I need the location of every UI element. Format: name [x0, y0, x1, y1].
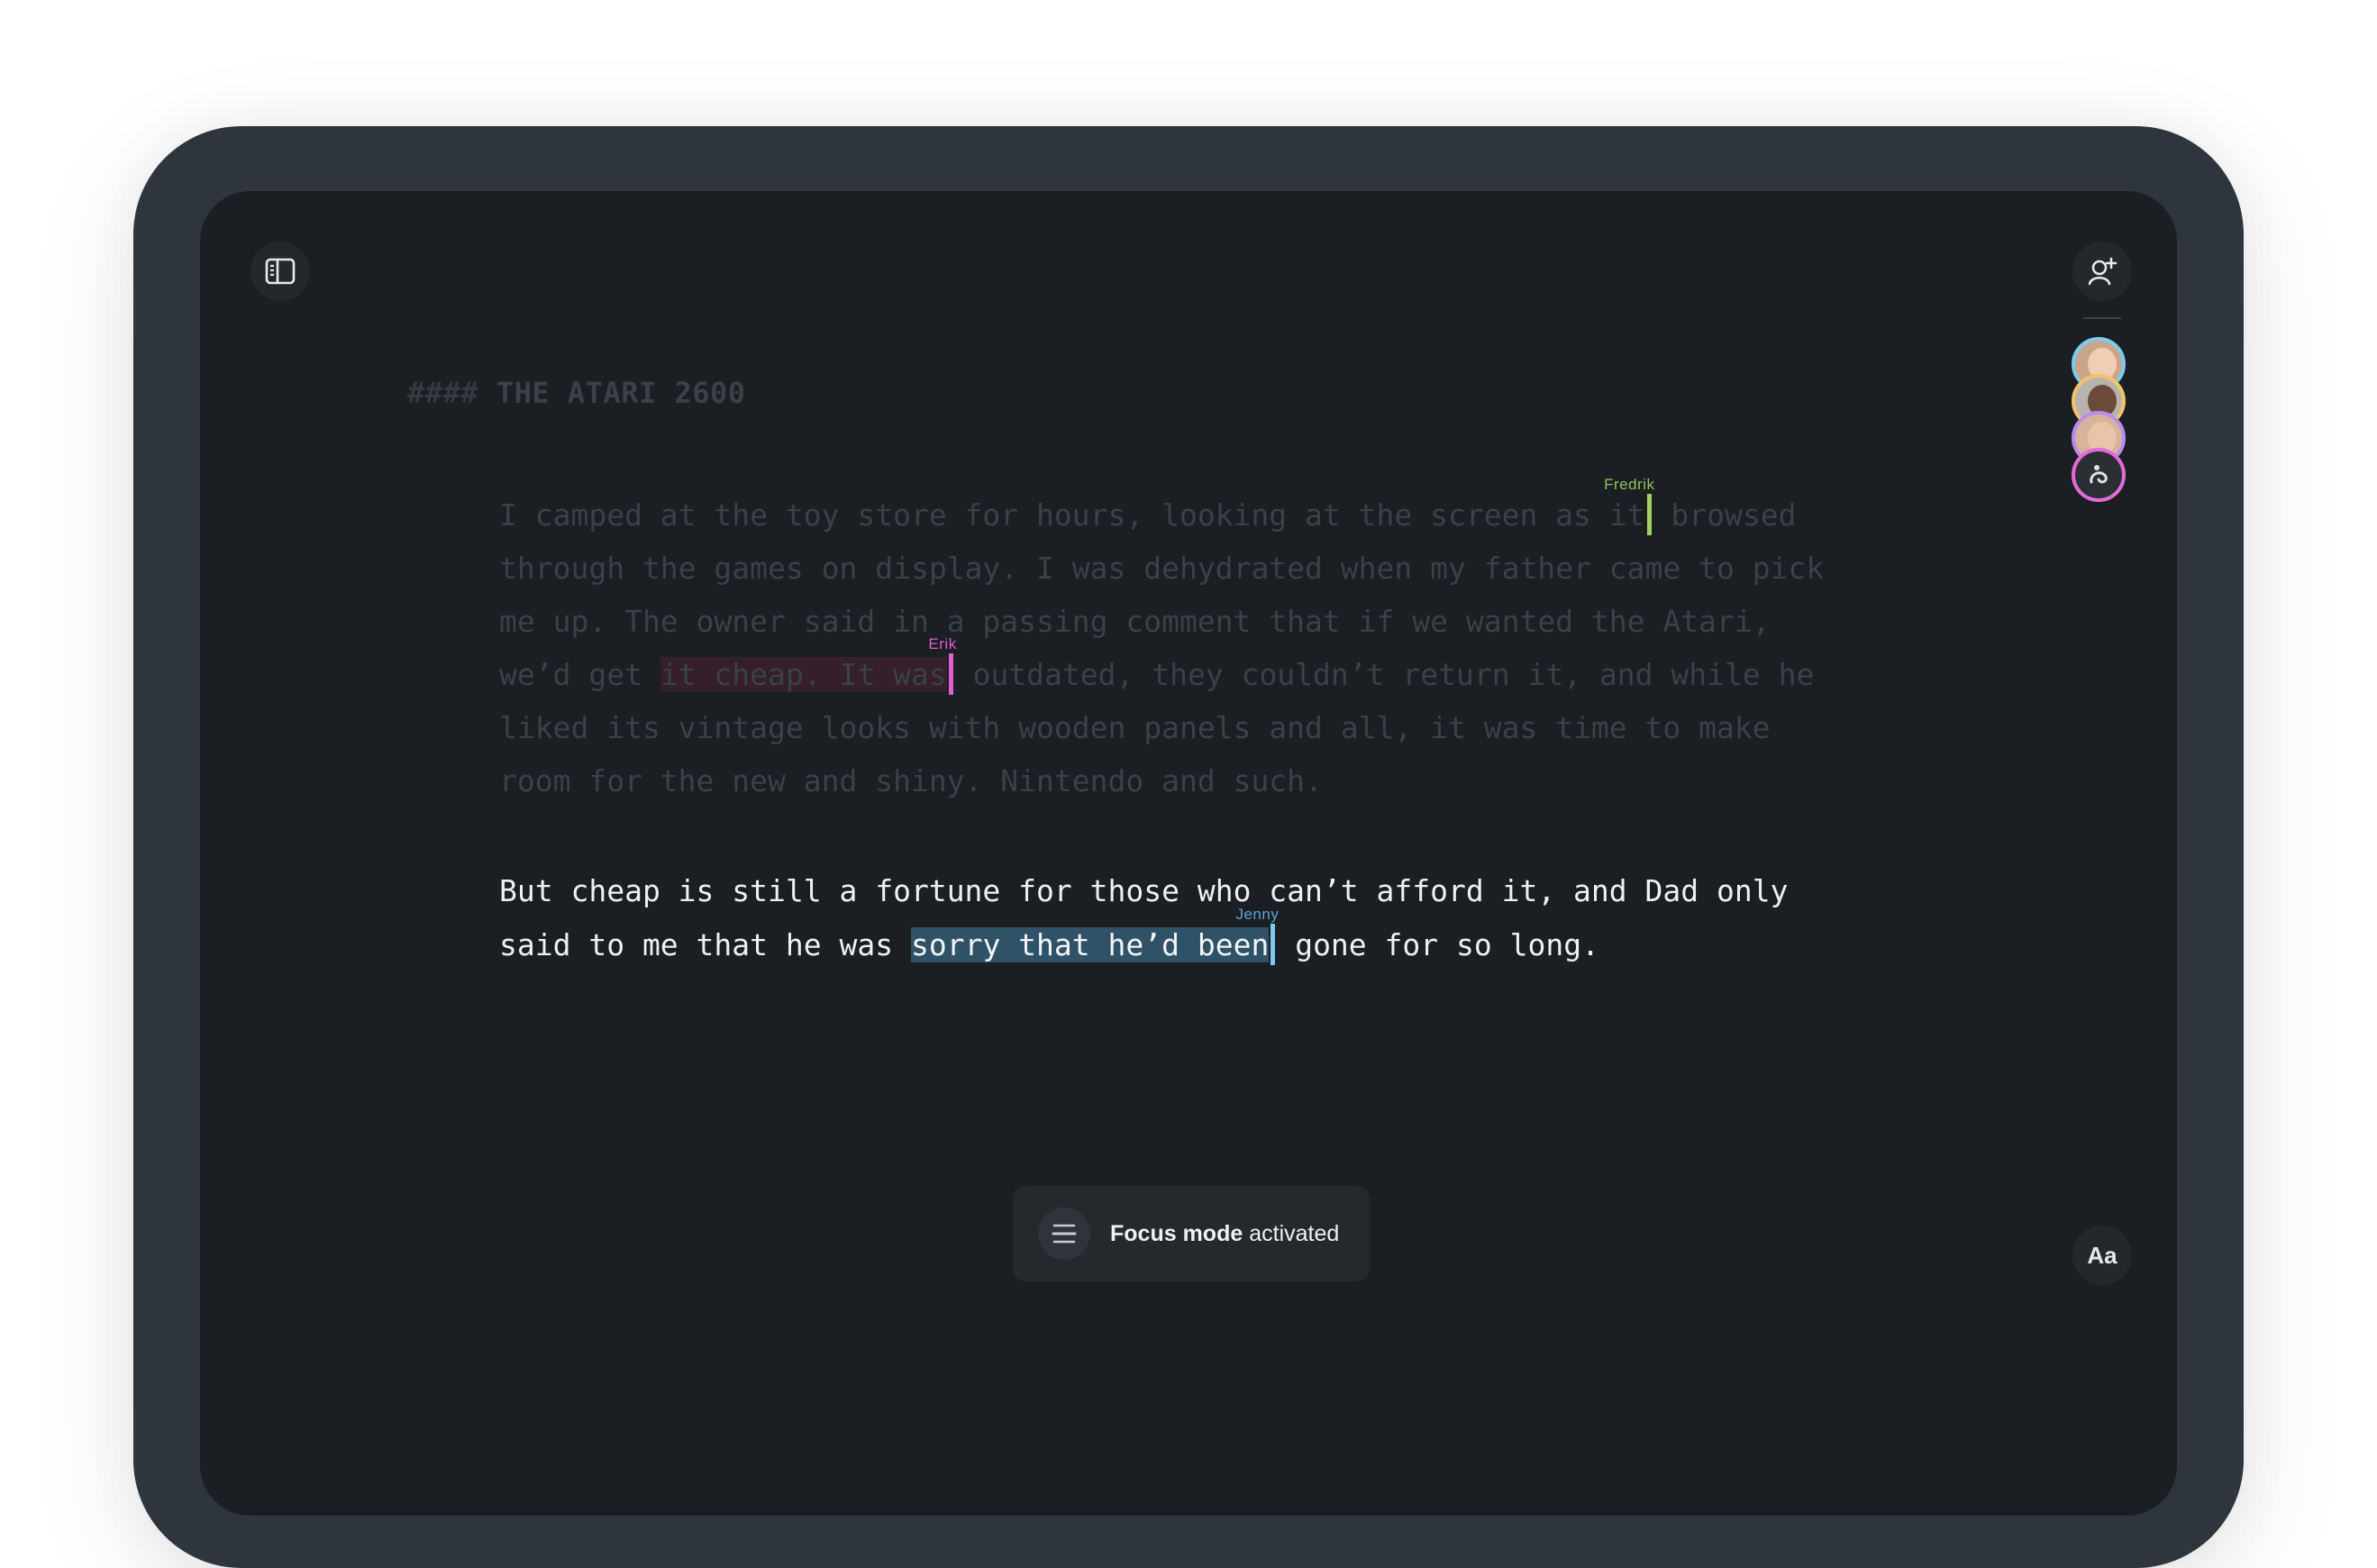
toggle-sidebar-button[interactable] [250, 242, 310, 301]
toolbar-divider [2083, 317, 2121, 319]
selection-jenny: sorry that he’d been [910, 927, 1270, 962]
paragraph-text: I camped at the toy store for hours, loo… [499, 497, 1645, 533]
toast-message: activated [1249, 1220, 1340, 1246]
selection-erik: it cheap. It was [660, 657, 947, 692]
invite-collaborator-button[interactable] [2072, 242, 2132, 301]
focus-lines-icon [1038, 1208, 1090, 1260]
focus-mode-toast: Focus mode activated [1013, 1186, 1370, 1281]
cursor-label-jenny: Jenny [1235, 906, 1280, 923]
cursor-label-erik: Erik [928, 635, 957, 652]
heading-text: THE ATARI 2600 [496, 376, 746, 410]
editor-screen: #### THE ATARI 2600 I camped at the toy … [200, 191, 2177, 1516]
avatar-stylized-logo[interactable] [2072, 448, 2126, 502]
add-user-icon [2088, 257, 2117, 286]
collaborator-cursor-jenny: Jenny [1235, 906, 1279, 965]
paragraph-text: gone for so long. [1277, 927, 1599, 962]
toast-title: Focus mode [1110, 1220, 1243, 1246]
swirl-logo-icon [2090, 465, 2108, 484]
paragraph-focused[interactable]: But cheap is still a fortune for those w… [499, 864, 1905, 972]
heading-markdown-hashes: #### [407, 376, 479, 410]
sidebar-panel-icon [265, 258, 296, 285]
font-settings-label: Aa [2087, 1241, 2117, 1269]
collaborator-cursor-fredrik: Fredrik [1604, 476, 1654, 535]
font-settings-button[interactable]: Aa [2072, 1226, 2132, 1285]
collaborator-cursor-erik: Erik [928, 635, 956, 695]
paragraph-dimmed[interactable]: I camped at the toy store for hours, loo… [499, 476, 1905, 807]
section-heading[interactable]: #### THE ATARI 2600 [407, 376, 746, 410]
cursor-label-fredrik: Fredrik [1604, 476, 1655, 493]
